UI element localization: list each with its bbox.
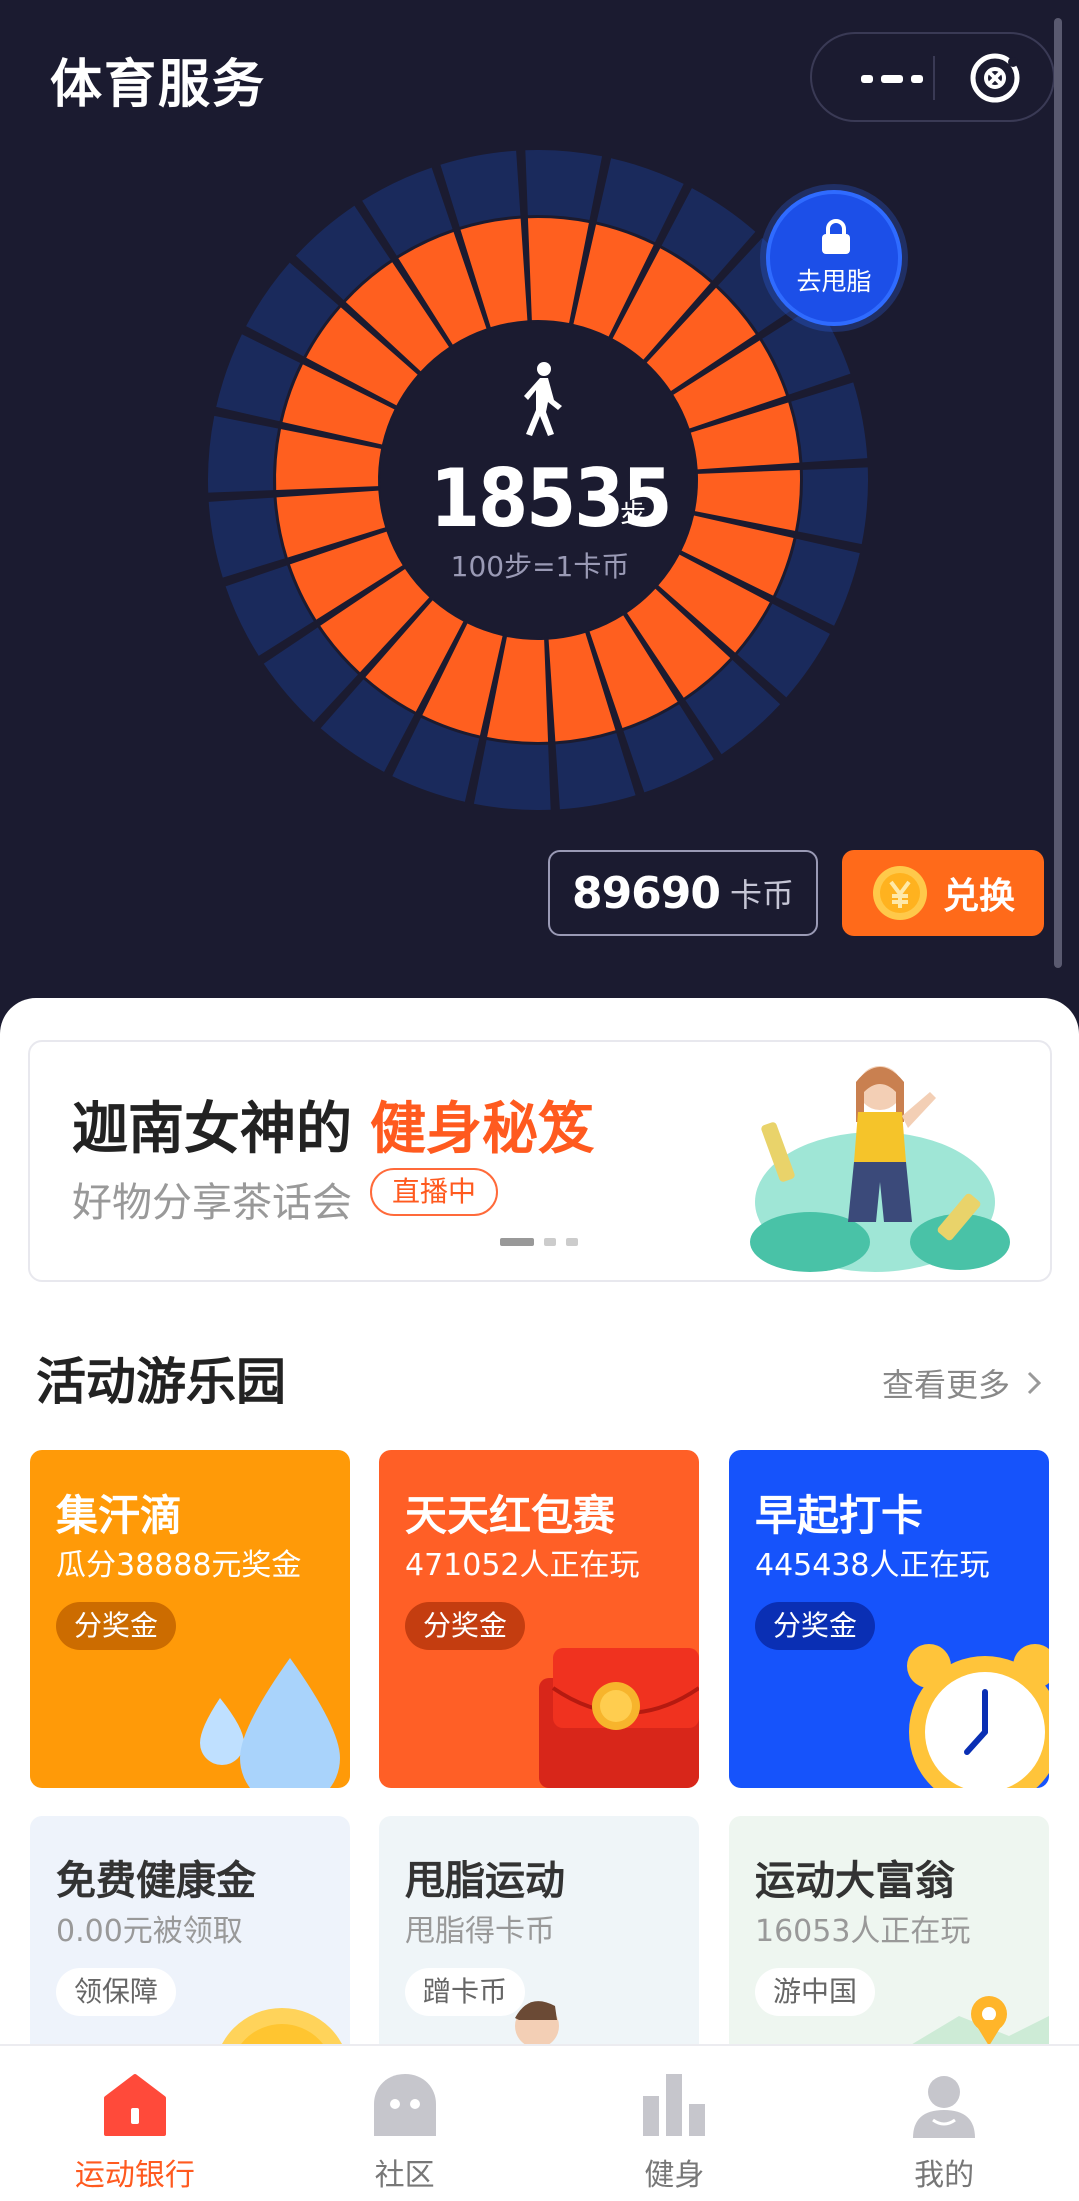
bottom-tab-bar: 运动银行 社区 健身 我的	[0, 2044, 1079, 2201]
card-title: 早起打卡	[755, 1491, 924, 1540]
tab-fitness[interactable]: 健身	[540, 2046, 810, 2201]
card-title: 天天红包赛	[405, 1491, 616, 1540]
lock-icon	[822, 219, 850, 254]
banner-pagination	[500, 1238, 578, 1246]
banner-title: 迦南女神的 健身秘笈	[72, 1084, 594, 1165]
tab-community[interactable]: 社区	[270, 2046, 540, 2201]
card-button[interactable]: 分奖金	[56, 1602, 177, 1650]
tab-label: 我的	[914, 2158, 975, 2193]
burn-fat-button[interactable]: 去甩脂	[766, 190, 902, 326]
coin-balance-value: 89690	[571, 867, 721, 919]
exchange-button[interactable]: 兑换	[842, 850, 1044, 936]
coin-balance-unit: 卡币	[730, 876, 795, 914]
coin-icon	[872, 866, 927, 920]
profile-icon	[913, 2076, 976, 2138]
card-subtitle: 甩脂得卡币	[405, 1914, 555, 1949]
card-title: 甩脂运动	[405, 1858, 565, 1904]
card-subtitle: 瓜分38888元奖金	[56, 1548, 302, 1583]
exchange-label: 兑换	[942, 876, 1015, 917]
card-button[interactable]: 游中国	[755, 1968, 876, 2016]
card-button[interactable]: 领保障	[56, 1968, 177, 2016]
card-subtitle: 445438人正在玩	[755, 1548, 990, 1583]
dial-outer-segment	[555, 733, 636, 810]
dial-outer-segment	[208, 415, 279, 493]
tab-label: 运动银行	[74, 2158, 195, 2193]
card-subtitle: 16053人正在玩	[755, 1914, 971, 1949]
header: 体育服务 18535 步 100步=1卡币 去甩脂 89690 卡币 兑换	[0, 0, 1079, 1020]
banner-title-highlight: 健身秘笈	[370, 1097, 594, 1162]
step-unit: 步	[620, 499, 647, 529]
more-menu-button[interactable]	[842, 62, 942, 96]
activity-card-red-packet[interactable]: 天天红包赛 471052人正在玩 分奖金	[379, 1450, 699, 1788]
activity-card-health-fund[interactable]: 免费健康金 0.00元被领取 领保障	[30, 1816, 350, 2056]
mini-program-capsule	[810, 32, 1055, 122]
capsule-divider	[933, 56, 935, 100]
section-title: 活动游乐园	[36, 1353, 286, 1411]
live-badge: 直播中	[370, 1168, 498, 1216]
banner-illustration	[750, 1066, 1010, 1272]
page-title: 体育服务	[50, 55, 267, 115]
dial-outer-segment	[208, 497, 285, 578]
promo-banner[interactable]: 迦南女神的 健身秘笈 好物分享茶话会 直播中	[28, 1040, 1052, 1282]
community-icon	[373, 2074, 436, 2136]
see-more-link[interactable]: 查看更多	[882, 1360, 1044, 1406]
tab-sport-bank[interactable]: 运动银行	[0, 2046, 270, 2201]
banner-subtitle: 好物分享茶话会	[72, 1180, 352, 1226]
alarm-clock-icon	[907, 1644, 1049, 1788]
dial-outer-segment	[525, 150, 603, 221]
red-packet-icon	[539, 1648, 699, 1788]
activity-card-sweat[interactable]: 集汗滴 瓜分38888元奖金 分奖金	[30, 1450, 350, 1788]
card-title: 集汗滴	[56, 1491, 183, 1540]
activity-card-fat-burn[interactable]: 甩脂运动 甩脂得卡币 蹭卡币	[379, 1816, 699, 2056]
dial-outer-segment	[440, 150, 521, 227]
step-rate: 100步=1卡币	[450, 550, 630, 583]
card-subtitle: 0.00元被领取	[56, 1914, 243, 1949]
card-subtitle: 471052人正在玩	[405, 1548, 640, 1583]
see-more-label: 查看更多	[882, 1366, 1011, 1404]
chart-icon	[643, 2074, 706, 2136]
home-icon	[103, 2074, 166, 2136]
activity-card-monopoly[interactable]: 运动大富翁 16053人正在玩 游中国	[729, 1816, 1049, 2056]
card-button[interactable]: 分奖金	[405, 1602, 526, 1650]
card-title: 免费健康金	[56, 1858, 256, 1904]
close-icon[interactable]	[967, 50, 1023, 106]
chevron-right-icon	[1027, 1371, 1042, 1395]
coin-balance: 89690 卡币	[548, 850, 818, 936]
tab-label: 社区	[374, 2158, 435, 2193]
walking-person-icon	[524, 362, 562, 436]
dial-outer-segment	[473, 739, 551, 810]
card-button[interactable]: 分奖金	[755, 1602, 876, 1650]
dial-outer-segment	[797, 467, 868, 545]
dial-outer-segment	[791, 382, 868, 463]
banner-title-main: 迦南女神的	[72, 1097, 352, 1162]
card-title: 运动大富翁	[755, 1858, 955, 1904]
tab-label: 健身	[644, 2158, 705, 2193]
burn-fat-label: 去甩脂	[796, 267, 872, 296]
tab-profile[interactable]: 我的	[809, 2046, 1079, 2201]
water-drop-icon	[200, 1658, 340, 1788]
scrollbar[interactable]	[1054, 18, 1062, 968]
activity-card-early-checkin[interactable]: 早起打卡 445438人正在玩 分奖金	[729, 1450, 1049, 1788]
